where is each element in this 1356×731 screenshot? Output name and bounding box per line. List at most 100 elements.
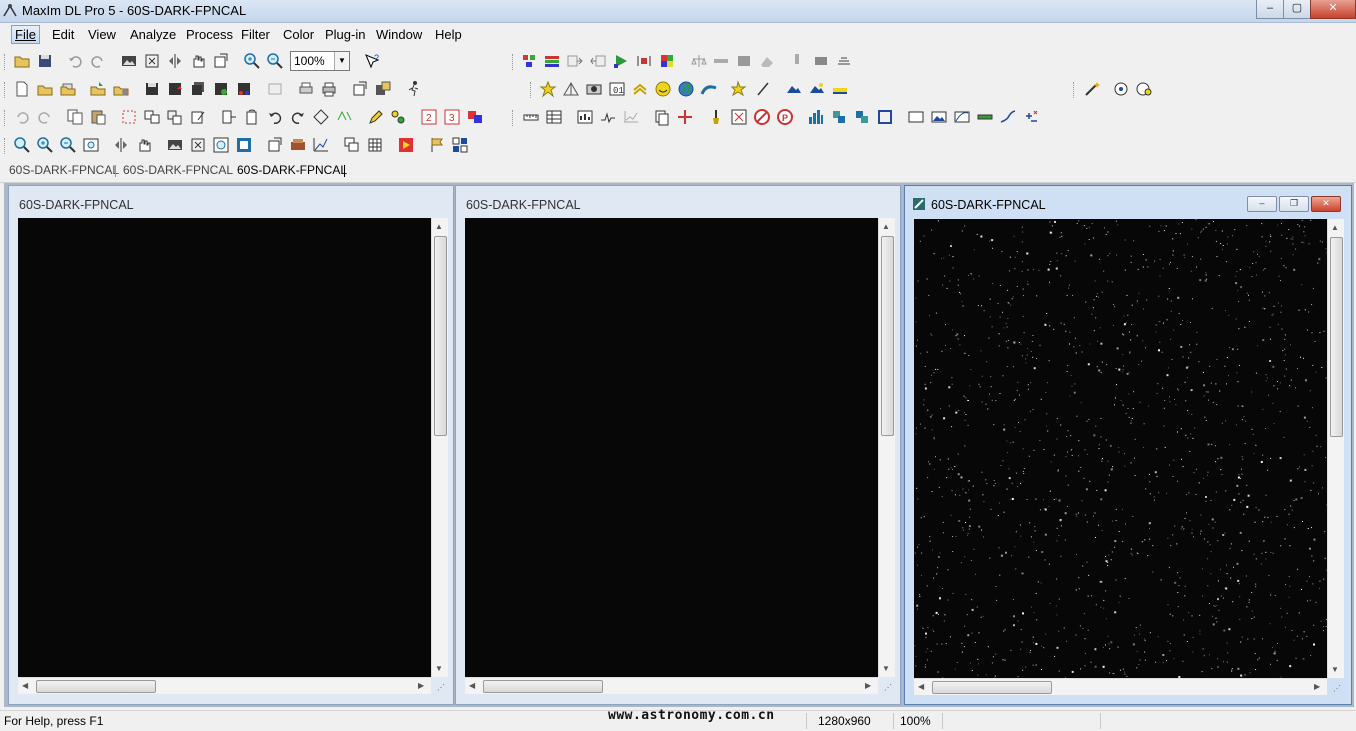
vertical-scrollbar[interactable]: ▲ ▼ — [1327, 219, 1344, 678]
rotate-right-icon[interactable] — [289, 108, 307, 126]
tile-windows-icon[interactable] — [451, 136, 469, 154]
eraser-icon[interactable] — [758, 52, 776, 70]
full-screen-icon[interactable] — [189, 136, 207, 154]
maximize-button[interactable]: ▢ — [1283, 0, 1311, 19]
doc-tab-active[interactable]: 60S-DARK-FPNCAL — [237, 163, 347, 177]
undo-gray-icon[interactable] — [13, 108, 31, 126]
folder-gear-icon[interactable] — [112, 80, 130, 98]
crosshair-icon[interactable] — [676, 108, 694, 126]
duplicate-icon[interactable] — [143, 108, 161, 126]
scroll-down-icon[interactable]: ▼ — [1331, 665, 1339, 674]
scroll-right-icon[interactable]: ▶ — [865, 681, 871, 690]
scroll-thumb[interactable] — [434, 236, 447, 436]
undo-icon[interactable] — [66, 52, 84, 70]
child-restore-button[interactable]: ❐ — [1279, 196, 1309, 212]
scroll-thumb[interactable] — [1330, 237, 1343, 437]
toolbar-grip[interactable] — [1073, 82, 1077, 98]
picture-icon[interactable] — [930, 108, 948, 126]
graph-icon[interactable] — [622, 108, 640, 126]
play-color-icon[interactable] — [612, 52, 630, 70]
context-help-icon[interactable]: ? — [363, 52, 381, 70]
line-profile-icon[interactable] — [599, 108, 617, 126]
histogram-icon[interactable] — [807, 108, 825, 126]
zoom-dropdown[interactable]: 100%▼ — [290, 51, 350, 71]
flag-icon[interactable] — [428, 136, 446, 154]
vertical-scrollbar[interactable]: ▲ ▼ — [431, 218, 448, 677]
image-window[interactable]: 60S-DARK-FPNCAL ▲ ▼ ◀ ▶ ⋰ — [8, 185, 454, 705]
convert-in-icon[interactable] — [566, 52, 584, 70]
resize-icon[interactable] — [220, 108, 238, 126]
align-icon[interactable] — [335, 108, 353, 126]
menu-edit[interactable]: Edit — [49, 26, 77, 43]
resize-grip-icon[interactable]: ⋰ — [1333, 684, 1341, 693]
scroll-up-icon[interactable]: ▲ — [1331, 223, 1339, 232]
hand-pan-icon[interactable] — [189, 52, 207, 70]
bin-icon[interactable] — [166, 108, 184, 126]
record-icon[interactable] — [397, 136, 415, 154]
block-icon[interactable] — [735, 52, 753, 70]
zoom-in-icon[interactable] — [243, 52, 261, 70]
maxim-app-icon[interactable] — [3, 3, 17, 17]
telescope-mount-icon[interactable] — [562, 80, 580, 98]
screen-stretch-icon[interactable] — [289, 136, 307, 154]
scroll-thumb[interactable] — [36, 680, 156, 693]
menu-filter[interactable]: Filter — [238, 26, 273, 43]
window-settings-icon[interactable] — [351, 80, 369, 98]
menu-view[interactable]: View — [85, 26, 119, 43]
save-icon[interactable] — [143, 80, 161, 98]
save-all-icon[interactable] — [189, 80, 207, 98]
curve-panel-icon[interactable] — [953, 108, 971, 126]
paste-icon[interactable] — [89, 108, 107, 126]
zoom-fit-icon[interactable] — [82, 136, 100, 154]
information-icon[interactable] — [576, 108, 594, 126]
save-multicolor-icon[interactable] — [235, 80, 253, 98]
overview-icon[interactable] — [235, 136, 253, 154]
wand-icon[interactable] — [1083, 80, 1101, 98]
run-figure-icon[interactable] — [405, 80, 423, 98]
menu-window[interactable]: Window — [373, 26, 425, 43]
settings-window-icon[interactable] — [266, 136, 284, 154]
doc-tab[interactable]: 60S-DARK-FPNCAL — [123, 163, 233, 177]
chevron-down-icon[interactable]: ▼ — [334, 52, 349, 70]
rotate-left-icon[interactable] — [266, 108, 284, 126]
menu-color[interactable]: Color — [280, 26, 317, 43]
mirror-icon[interactable] — [112, 136, 130, 154]
magnify-view-icon[interactable] — [212, 136, 230, 154]
observatory-icon[interactable] — [1135, 80, 1153, 98]
new-document-icon[interactable] — [13, 80, 31, 98]
hand-icon[interactable] — [135, 136, 153, 154]
pencil-icon[interactable] — [366, 108, 384, 126]
level-bar-icon[interactable] — [976, 108, 994, 126]
grid-icon[interactable] — [366, 136, 384, 154]
dark-block-icon[interactable] — [812, 52, 830, 70]
zoom-icon[interactable] — [13, 136, 31, 154]
menu-plug-in[interactable]: Plug-in — [322, 26, 368, 43]
open-file-icon[interactable] — [36, 80, 54, 98]
scroll-thumb[interactable] — [483, 680, 603, 693]
zoom-out-icon[interactable] — [266, 52, 284, 70]
stack-squares-icon[interactable] — [853, 108, 871, 126]
toolbar-grip[interactable] — [4, 54, 8, 70]
export-icon[interactable] — [266, 80, 284, 98]
scroll-up-icon[interactable]: ▲ — [435, 222, 443, 231]
print-icon[interactable] — [320, 80, 338, 98]
scroll-down-icon[interactable]: ▼ — [435, 664, 443, 673]
doc-tab[interactable]: 60S-DARK-FPNCAL — [9, 163, 119, 177]
image-canvas[interactable] — [18, 218, 431, 677]
scroll-right-icon[interactable]: ▶ — [1314, 682, 1320, 691]
table-stats-icon[interactable] — [545, 108, 563, 126]
menu-analyze[interactable]: Analyze — [127, 26, 179, 43]
horizontal-bar-icon[interactable] — [712, 52, 730, 70]
curve-line-icon[interactable] — [999, 108, 1017, 126]
copy-icon[interactable] — [66, 108, 84, 126]
scroll-down-icon[interactable]: ▼ — [882, 664, 890, 673]
globe-icon[interactable] — [677, 80, 695, 98]
image-canvas[interactable] — [465, 218, 878, 677]
filter-wheel-icon[interactable]: 01 — [608, 80, 626, 98]
open-multiple-icon[interactable] — [59, 80, 77, 98]
toolbar-grip[interactable] — [4, 110, 8, 126]
pin-icon[interactable] — [788, 52, 806, 70]
pencil-line-icon[interactable] — [754, 80, 772, 98]
scroll-thumb[interactable] — [881, 236, 894, 436]
star-yellow-icon[interactable] — [539, 80, 557, 98]
